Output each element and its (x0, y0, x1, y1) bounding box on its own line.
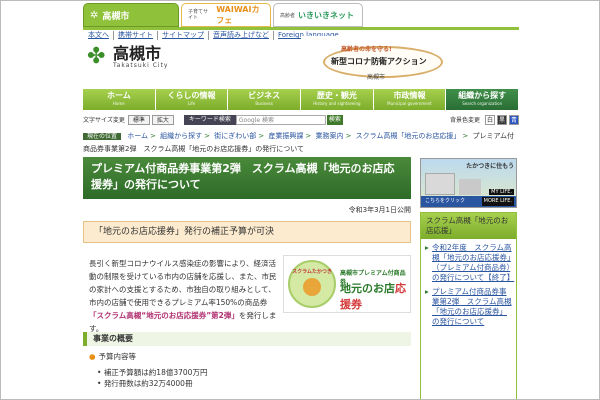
city-emblem-icon: ✤ (87, 44, 106, 69)
browser-frame: ✲ 高槻市 子育てサイト WAIWAIカフェ 高齢者 いきいきネット 本文へ 携… (0, 0, 600, 400)
crumb-business[interactable]: 業務案内 (315, 132, 343, 140)
toolbar: 文字サイズ変更 標準 拡大 キーワード検索 Google 検索 検索 背景色変更… (83, 113, 519, 126)
nav-organization[interactable]: 組織から探す Search organization (446, 89, 520, 110)
takatsuki-living-banner[interactable]: たかつきに住もう MY LIFE. こちらをクリック MORE LIFE. (420, 158, 517, 208)
list-item: 補正予算額は約18億3700万円 (97, 367, 208, 378)
text-size-large-button[interactable]: 拡大 (151, 114, 174, 125)
related-link-phase2[interactable]: プレミアム付商品券事業第2弾 スクラム高槻「地元のお店応援券」の発行について (432, 287, 512, 326)
related-links-title: スクラム高槻「地元のお店応援」 (421, 213, 516, 239)
publish-date: 令和3年3月1日公開 (348, 206, 411, 214)
list-item: 発行冊数は約32万4000冊 (97, 378, 207, 389)
crumb-section[interactable]: 産業振興課 (268, 132, 303, 140)
bullet-icon: ● (89, 352, 96, 361)
subheading: ● 予算内容等 (89, 352, 137, 361)
bg-color-label: 背景色変更 (449, 117, 480, 124)
link-mobile-site[interactable]: 携帯サイト (113, 31, 157, 40)
tab-waiwai-cafe[interactable]: 子育てサイト WAIWAIカフェ (181, 3, 271, 27)
main-navigation: ホーム Home くらしの情報 Life ビジネス Business 歴史・観光 His… (83, 89, 520, 110)
highlight-text: 「スクラム高槻“地元のお店応援券”第2弾」 (89, 311, 239, 320)
nav-history[interactable]: 歴史・観光 History and sightseeing (301, 89, 374, 110)
related-links-box: スクラム高槻「地元のお店応援」 令和2年度 スクラム高槻「地元のお店応援券」（プ… (420, 212, 517, 399)
bg-blue-button[interactable]: 青 (509, 114, 519, 125)
crumb-department[interactable]: 街にぎわい部 (214, 132, 256, 140)
budget-list: 補正予算額は約18億3700万円 発行冊数は約32万4000冊 (97, 367, 208, 389)
breadcrumb: 現在の位置 ホーム > 組織から探す > 街にぎわい部 > 産業振興課 > 業務案内 > … (83, 132, 515, 153)
page-title: プレミアム付商品券事業第2弾 スクラム高槻「地元のお店応援券」の発行について (83, 157, 411, 199)
link-voice-reading[interactable]: 音声読み上げなど (208, 31, 273, 40)
logo-en: Takatsuki City (113, 62, 169, 69)
body-paragraph: 長引く新型コロナウイルス感染症の影響により、経済活動の制限を受けている市内の店舗… (89, 259, 277, 333)
related-link-2020[interactable]: 令和2年度 スクラム高槻「地元のお店応援券」（プレミアム付商品券）の発行について… (432, 243, 514, 282)
nav-home[interactable]: ホーム Home (83, 89, 156, 110)
site-tabs: ✲ 高槻市 子育てサイト WAIWAIカフェ 高齢者 いきいきネット (83, 3, 363, 27)
tab-ikiiki-net[interactable]: 高齢者 いきいきネット (273, 3, 363, 27)
text-size-standard-button[interactable]: 標準 (127, 114, 150, 125)
text-size-label: 文字サイズ変更 (83, 117, 125, 124)
site-logo[interactable]: ✤ 高槻市 Takatsuki City (87, 44, 169, 70)
mascot-circle: スクラムたかつき (288, 260, 336, 308)
mascot-icon (303, 278, 321, 296)
nav-life[interactable]: くらしの情報 Life (155, 89, 229, 110)
crumb-scrum[interactable]: スクラム高槻「地元のお店応援」 (356, 132, 461, 140)
section-heading: 事業の概要 (83, 332, 411, 346)
background-color-switcher: 背景色変更 白 黒 青 (449, 114, 519, 125)
crumb-organization[interactable]: 組織から探す (160, 132, 202, 140)
logo-name: 高槻市 (113, 44, 162, 63)
search-button[interactable]: 検索 (326, 114, 343, 125)
keyword-search-label: キーワード検索 (183, 114, 236, 125)
nav-business[interactable]: ビジネス Business (228, 89, 302, 110)
notice-heading: 「地元のお店応援券」発行の補正予算が可決 (83, 221, 411, 243)
related-link-item: プレミアム付商品券事業第2弾 スクラム高槻「地元のお店応援券」の発行について (425, 287, 512, 327)
top-divider (83, 27, 519, 30)
bg-black-button[interactable]: 黒 (497, 114, 507, 125)
building-image (425, 173, 455, 195)
city-mark-icon: ✲ (90, 9, 99, 21)
search-input[interactable]: Google 検索 (235, 114, 326, 125)
current-location-label: 現在の位置 (83, 133, 122, 140)
link-sitemap[interactable]: サイトマップ (157, 31, 208, 40)
link-skip-to-content[interactable]: 本文へ (88, 31, 113, 40)
nav-municipal[interactable]: 市政情報 Municipal government (373, 89, 447, 110)
building-image (459, 179, 481, 195)
crumb-home[interactable]: ホーム (127, 132, 148, 140)
tab-takatsuki-city[interactable]: ✲ 高槻市 (83, 3, 179, 27)
promo-image: スクラムたかつき 高槻市プレミアム付商品券 地元のお店応援券 (283, 255, 411, 313)
related-link-item: 令和2年度 スクラム高槻「地元のお店応援券」（プレミアム付商品券）の発行について… (425, 243, 514, 283)
covid-action-banner[interactable]: 高齢者の命を守る! 新型コロナ防衛アクション 高槻市 (301, 36, 521, 88)
bg-white-button[interactable]: 白 (485, 114, 495, 125)
